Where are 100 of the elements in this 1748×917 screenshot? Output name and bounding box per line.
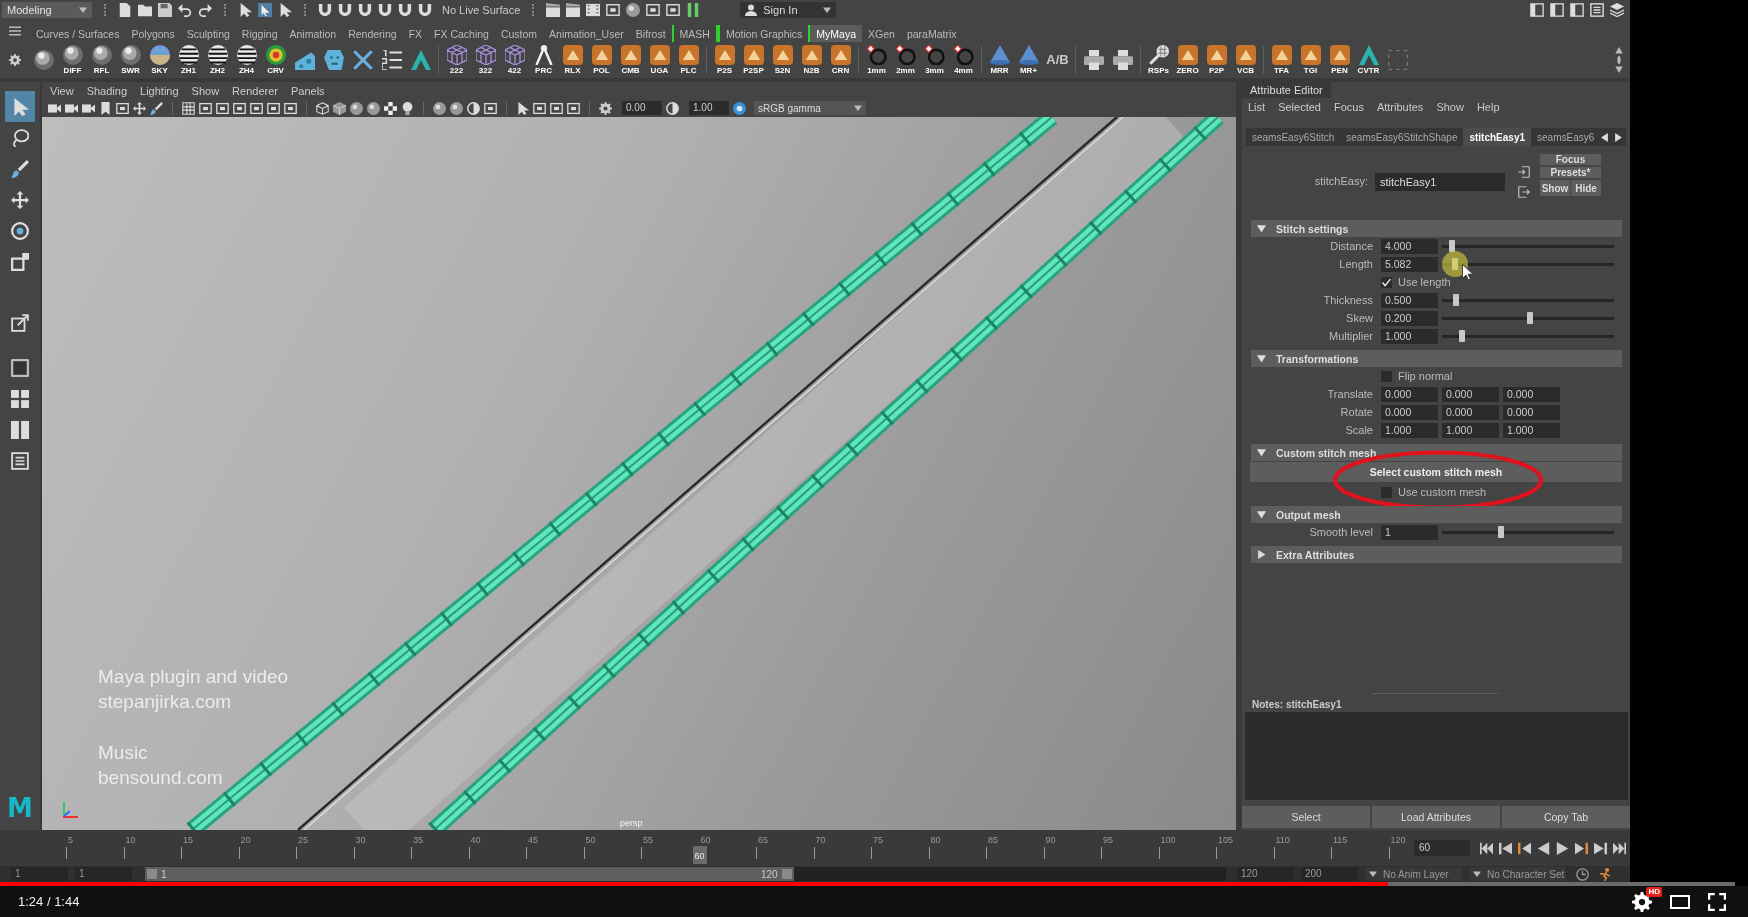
panel-button[interactable]: Presets* bbox=[1540, 167, 1601, 178]
shelf-tab[interactable]: FX bbox=[402, 25, 429, 42]
magnet-icon[interactable] bbox=[338, 3, 352, 17]
shelf-tab[interactable]: Polygons bbox=[125, 25, 181, 42]
shelf-tab[interactable]: paraMatrix bbox=[900, 25, 963, 42]
live-surface-label[interactable]: No Live Surface bbox=[442, 4, 521, 16]
shelf-button[interactable]: RLX bbox=[559, 43, 586, 77]
color-space-dropdown[interactable]: sRGB gamma bbox=[754, 101, 866, 115]
value-field[interactable]: 1 bbox=[1381, 524, 1438, 540]
left-arrow-icon[interactable] bbox=[1600, 132, 1610, 142]
fullscreen-icon[interactable] bbox=[1708, 892, 1726, 911]
magnet-icon[interactable] bbox=[418, 3, 432, 17]
shelf-button[interactable]: P2SP bbox=[740, 43, 767, 77]
shelf-button[interactable]: 1mm bbox=[863, 43, 890, 77]
color-wheel-icon[interactable] bbox=[733, 101, 746, 115]
play-backward-icon[interactable] bbox=[1537, 841, 1550, 855]
pointer-icon[interactable] bbox=[278, 3, 292, 17]
slider-thumb[interactable] bbox=[1526, 312, 1533, 324]
shelf-button[interactable]: CMB bbox=[617, 43, 644, 77]
shelf-tab[interactable]: FX Caching bbox=[428, 25, 495, 42]
menu-item[interactable]: Selected bbox=[1278, 101, 1321, 113]
slider-thumb[interactable] bbox=[1458, 330, 1465, 342]
shelf-button[interactable]: RFL bbox=[88, 43, 115, 77]
menu-item[interactable]: Help bbox=[1476, 101, 1500, 113]
frame-icon[interactable] bbox=[484, 101, 497, 115]
anim-layer-dropdown[interactable]: No Anim Layer bbox=[1366, 867, 1462, 881]
shelf-tab[interactable]: Rendering bbox=[342, 25, 403, 42]
key-back-icon[interactable] bbox=[1518, 841, 1531, 855]
shelf-tab[interactable]: Sculpting bbox=[180, 25, 236, 42]
value-field[interactable]: 1.000 bbox=[1503, 422, 1560, 438]
brush-icon[interactable] bbox=[150, 101, 163, 115]
folder-icon[interactable] bbox=[138, 3, 152, 17]
shelf-button[interactable]: ZH1 bbox=[175, 43, 202, 77]
value-field[interactable]: 1.000 bbox=[1442, 422, 1499, 438]
checkbox[interactable] bbox=[1381, 486, 1392, 498]
panel-button[interactable]: Show bbox=[1540, 180, 1570, 196]
save-icon[interactable] bbox=[158, 3, 172, 17]
right-arrow-icon[interactable] bbox=[1614, 132, 1624, 142]
frame-icon[interactable] bbox=[284, 101, 297, 115]
section-header[interactable]: Transformations bbox=[1251, 350, 1622, 367]
shelf-button[interactable]: 222 bbox=[443, 43, 470, 77]
current-frame-marker[interactable]: 60 bbox=[692, 846, 707, 864]
shelf-tab[interactable]: Curves / Surfaces bbox=[30, 25, 126, 42]
shelf-tab[interactable]: Bifrost bbox=[629, 25, 672, 42]
pause-icon[interactable] bbox=[686, 3, 701, 17]
value-field[interactable]: 0.000 bbox=[1442, 404, 1499, 420]
shelf-button[interactable]: TFA bbox=[1268, 43, 1295, 77]
list-icon[interactable] bbox=[1590, 3, 1604, 17]
exposure-field[interactable]: 0.00 bbox=[622, 101, 662, 115]
camera-icon[interactable] bbox=[48, 101, 61, 115]
shelf-button[interactable]: ZH4 bbox=[233, 43, 260, 77]
shelf-tab[interactable]: MyMaya bbox=[810, 25, 863, 42]
shelf-button[interactable]: CRV bbox=[262, 43, 289, 77]
value-field[interactable]: 0.000 bbox=[1381, 386, 1438, 402]
node-tab[interactable]: stitchEasy1 bbox=[1463, 128, 1532, 146]
shelf-button[interactable]: P2S bbox=[711, 43, 738, 77]
shelf-button[interactable]: TGI bbox=[1297, 43, 1324, 77]
camera-icon[interactable] bbox=[65, 101, 78, 115]
playback-end-field[interactable]: 120 bbox=[1237, 867, 1294, 881]
slider-thumb[interactable] bbox=[1448, 240, 1455, 252]
shelf-button[interactable]: A/B bbox=[1044, 43, 1071, 77]
shelf-button[interactable]: P2P bbox=[1203, 43, 1230, 77]
frame-icon[interactable] bbox=[550, 101, 563, 115]
value-field[interactable]: 0.500 bbox=[1381, 292, 1438, 308]
pointer-icon[interactable] bbox=[516, 101, 529, 115]
character-set-dropdown[interactable]: No Character Set bbox=[1470, 867, 1566, 881]
frame-icon[interactable] bbox=[567, 101, 580, 115]
shelf-button[interactable]: SKY bbox=[146, 43, 173, 77]
clapperboard-icon[interactable] bbox=[546, 3, 561, 17]
side-panel-icon[interactable] bbox=[1570, 3, 1584, 17]
frame-icon[interactable] bbox=[533, 101, 546, 115]
section-header[interactable]: Custom stitch mesh bbox=[1251, 444, 1622, 461]
start-frame-field[interactable]: 1 bbox=[11, 867, 68, 881]
shelf-button[interactable]: VCB bbox=[1232, 43, 1259, 77]
section-header[interactable]: Extra Attributes bbox=[1251, 546, 1622, 563]
layers-icon[interactable] bbox=[1610, 3, 1624, 17]
menu-item[interactable]: List bbox=[1248, 101, 1266, 113]
node-name-field[interactable]: stitchEasy1 bbox=[1375, 173, 1505, 191]
menu-item[interactable]: Attributes bbox=[1376, 101, 1424, 113]
menu-icon[interactable] bbox=[9, 25, 21, 37]
contrast-icon[interactable] bbox=[666, 101, 679, 115]
shelf-button[interactable]: CRN bbox=[827, 43, 854, 77]
magnet-icon[interactable] bbox=[378, 3, 392, 17]
bookmark-icon[interactable] bbox=[99, 101, 112, 115]
frame-icon[interactable] bbox=[199, 101, 212, 115]
cube-icon[interactable] bbox=[316, 101, 329, 115]
redo-icon[interactable] bbox=[198, 3, 212, 17]
value-field[interactable]: 0.000 bbox=[1503, 386, 1560, 402]
checkbox[interactable] bbox=[1381, 276, 1392, 288]
side-panel-icon[interactable] bbox=[1550, 3, 1564, 17]
shelf-button[interactable]: 322 bbox=[472, 43, 499, 77]
value-field[interactable]: 0.000 bbox=[1381, 404, 1438, 420]
range-handle[interactable] bbox=[147, 869, 157, 879]
slider-thumb[interactable] bbox=[1452, 294, 1459, 306]
theater-mode-icon[interactable] bbox=[1670, 894, 1690, 909]
shelf-tab[interactable]: Animation_User bbox=[543, 25, 630, 42]
film-icon[interactable] bbox=[586, 3, 601, 17]
frame-icon[interactable] bbox=[250, 101, 263, 115]
shelf-button[interactable]: POL bbox=[588, 43, 615, 77]
panel-button[interactable]: Copy Tab bbox=[1502, 806, 1630, 828]
